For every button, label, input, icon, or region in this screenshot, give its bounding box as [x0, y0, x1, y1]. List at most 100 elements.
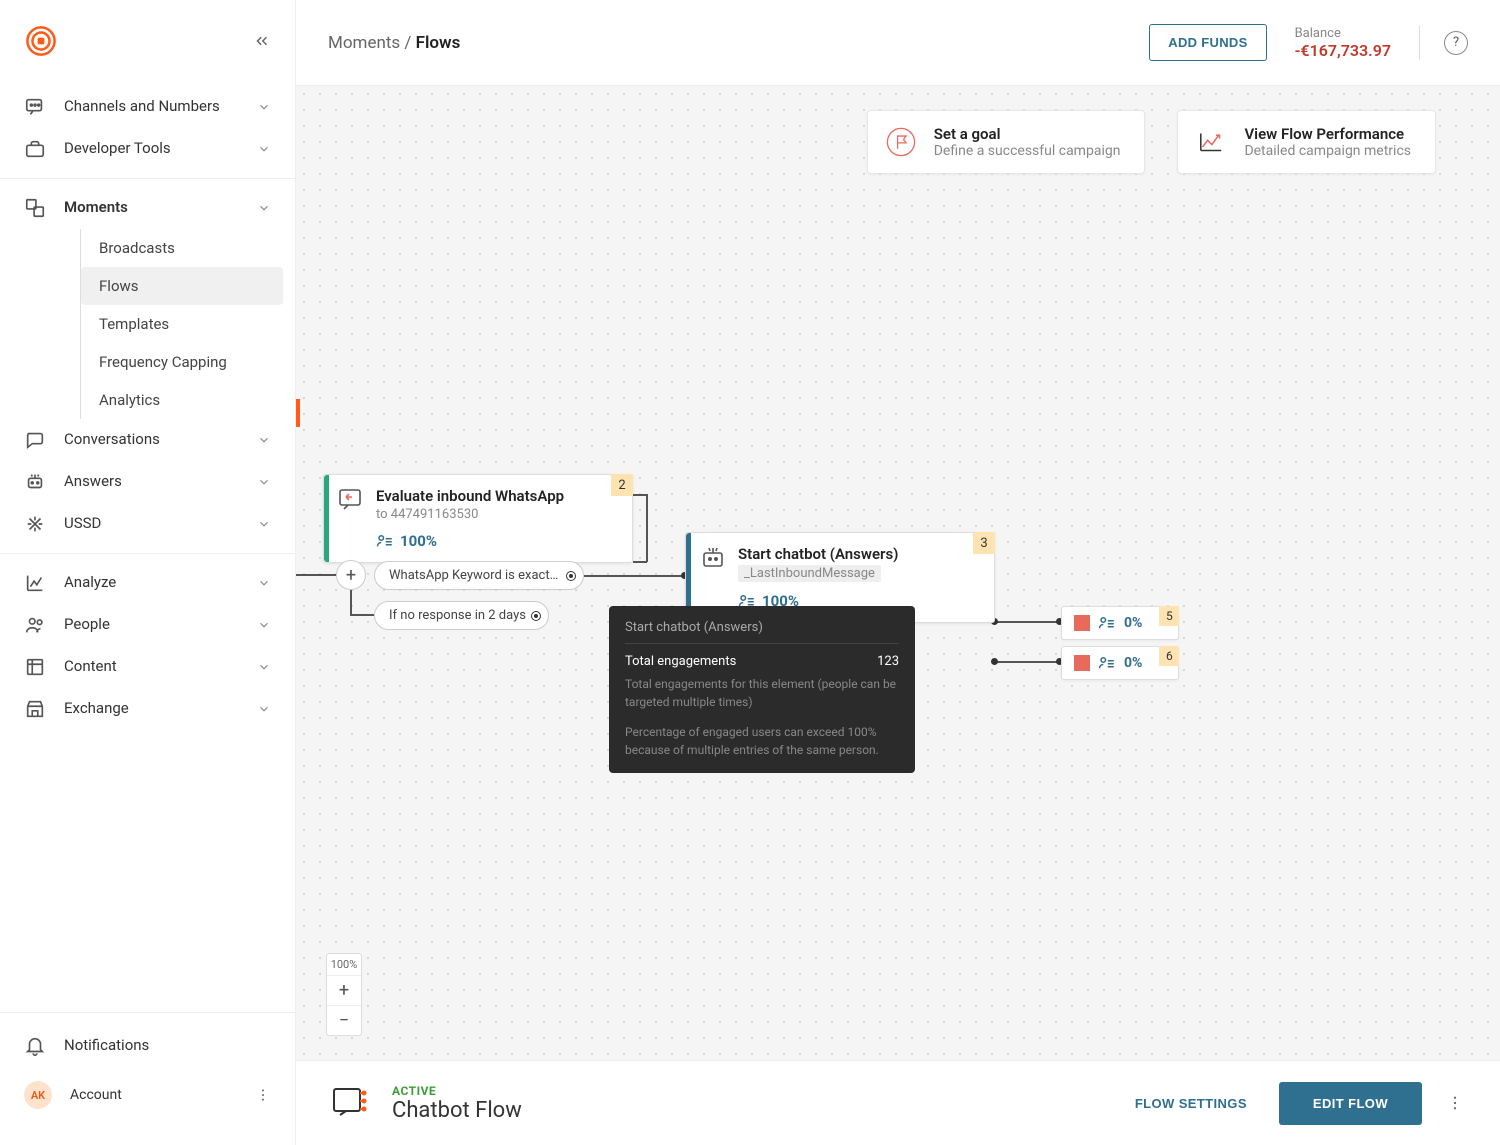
- tooltip-row-value: 123: [877, 654, 899, 669]
- sidebar-item-label: Content: [64, 657, 239, 677]
- sidebar-item-people[interactable]: People: [0, 604, 295, 646]
- edit-flow-button[interactable]: EDIT FLOW: [1279, 1082, 1422, 1125]
- collapse-sidebar-icon[interactable]: [253, 32, 271, 50]
- topbar: Moments / Flows ADD FUNDS Balance -€167,…: [296, 0, 1500, 86]
- sidebar-sub-frequency-capping[interactable]: Frequency Capping: [81, 343, 283, 381]
- chevron-down-icon: [257, 475, 271, 489]
- flow-status: ACTIVE: [392, 1084, 522, 1098]
- connector-line: [996, 621, 1061, 623]
- node-badge: 6: [1159, 646, 1179, 666]
- people-icon: [376, 534, 394, 548]
- more-vertical-icon[interactable]: [255, 1087, 271, 1103]
- metric-value: 0%: [1124, 615, 1142, 631]
- connector-dot: [567, 572, 575, 580]
- card-subtitle: Define a successful campaign: [934, 143, 1121, 159]
- logo[interactable]: [24, 24, 58, 58]
- flow-canvas[interactable]: Set a goal Define a successful campaign …: [296, 86, 1500, 1060]
- sidebar-item-label: Developer Tools: [64, 139, 239, 159]
- chat-icon: [24, 96, 46, 118]
- sidebar-item-content[interactable]: Content: [0, 646, 295, 688]
- connector-line: [633, 494, 647, 496]
- chevron-down-icon: [257, 517, 271, 531]
- breadcrumb-current: Flows: [416, 33, 461, 53]
- branch-condition-keyword[interactable]: WhatsApp Keyword is exact ma...: [374, 561, 584, 590]
- balance-label: Balance: [1295, 26, 1391, 41]
- chart-icon: [24, 572, 46, 594]
- zoom-out-button[interactable]: −: [327, 1006, 361, 1035]
- sidebar-item-account[interactable]: AK Account: [0, 1069, 295, 1121]
- moments-submenu: Broadcasts Flows Templates Frequency Cap…: [80, 229, 283, 419]
- connector-dot: [532, 612, 540, 620]
- help-button[interactable]: ?: [1444, 31, 1468, 55]
- inbound-message-icon: [338, 487, 364, 513]
- tooltip-title: Start chatbot (Answers): [625, 620, 899, 644]
- card-subtitle: Detailed campaign metrics: [1244, 143, 1411, 159]
- outcome-color-icon: [1074, 655, 1090, 671]
- sidebar-sub-flows[interactable]: Flows: [81, 267, 283, 305]
- sidebar: Channels and Numbers Developer Tools: [0, 0, 296, 1145]
- chevron-up-icon: [257, 201, 271, 215]
- sidebar-item-ussd[interactable]: USSD: [0, 503, 295, 545]
- sidebar-item-developer-tools[interactable]: Developer Tools: [0, 128, 295, 170]
- breadcrumb: Moments / Flows: [328, 33, 1149, 53]
- sidebar-sub-analytics[interactable]: Analytics: [81, 381, 283, 419]
- balance-value: -€167,733.97: [1295, 41, 1391, 60]
- sidebar-item-answers[interactable]: Answers: [0, 461, 295, 503]
- chevron-down-icon: [257, 142, 271, 156]
- connector-line: [350, 614, 374, 616]
- connector-line: [996, 661, 1061, 663]
- zoom-in-button[interactable]: +: [327, 976, 361, 1006]
- store-icon: [24, 698, 46, 720]
- node-subtitle: to 447491163530: [376, 507, 616, 522]
- sidebar-item-notifications[interactable]: Notifications: [0, 1023, 295, 1069]
- connector-line: [646, 494, 648, 562]
- zoom-control: 100% + −: [326, 953, 362, 1036]
- flow-node-outcome-6[interactable]: 0% 6: [1061, 646, 1179, 680]
- sidebar-sub-broadcasts[interactable]: Broadcasts: [81, 229, 283, 267]
- sidebar-item-label: Account: [70, 1087, 237, 1103]
- node-metric: 100%: [376, 532, 616, 550]
- breadcrumb-parent[interactable]: Moments: [328, 33, 400, 53]
- sidebar-item-channels[interactable]: Channels and Numbers: [0, 86, 295, 128]
- chevron-down-icon: [257, 100, 271, 114]
- branch-label: WhatsApp Keyword is exact ma...: [389, 568, 582, 583]
- outcome-color-icon: [1074, 615, 1090, 631]
- tooltip-row-label: Total engagements: [625, 654, 736, 669]
- toolbox-icon: [24, 138, 46, 160]
- node-title: Start chatbot (Answers): [738, 545, 978, 563]
- sidebar-sub-templates[interactable]: Templates: [81, 305, 283, 343]
- sidebar-item-label: Exchange: [64, 699, 239, 719]
- content-icon: [24, 656, 46, 678]
- tooltip-note: Percentage of engaged users can exceed 1…: [625, 723, 899, 759]
- set-goal-card[interactable]: Set a goal Define a successful campaign: [867, 110, 1146, 174]
- sidebar-item-label: Notifications: [64, 1036, 271, 1056]
- moments-icon: [24, 197, 46, 219]
- sidebar-item-moments[interactable]: Moments: [0, 187, 295, 229]
- conversations-icon: [24, 429, 46, 451]
- connector-dot: [991, 658, 998, 665]
- flow-node-evaluate-inbound[interactable]: 2 Evaluate inbound WhatsApp to 447491163…: [323, 474, 633, 563]
- branch-condition-no-response[interactable]: If no response in 2 days: [374, 601, 549, 630]
- flow-node-outcome-5[interactable]: 0% 5: [1061, 606, 1179, 640]
- sidebar-item-label: USSD: [64, 514, 239, 534]
- chevron-down-icon: [257, 433, 271, 447]
- chevron-down-icon: [257, 576, 271, 590]
- sidebar-item-analyze[interactable]: Analyze: [0, 562, 295, 604]
- tooltip-description: Total engagements for this element (peop…: [625, 675, 899, 711]
- balance-display: Balance -€167,733.97: [1295, 26, 1420, 60]
- connector-line: [584, 575, 684, 577]
- connector-line: [633, 561, 647, 563]
- sidebar-item-exchange[interactable]: Exchange: [0, 688, 295, 730]
- sidebar-item-conversations[interactable]: Conversations: [0, 419, 295, 461]
- more-vertical-icon[interactable]: [1442, 1094, 1468, 1112]
- card-title: Set a goal: [934, 125, 1121, 143]
- add-funds-button[interactable]: ADD FUNDS: [1149, 24, 1266, 61]
- flag-icon: [884, 125, 918, 159]
- view-performance-card[interactable]: View Flow Performance Detailed campaign …: [1177, 110, 1436, 174]
- flow-settings-button[interactable]: FLOW SETTINGS: [1135, 1096, 1247, 1111]
- ussd-icon: [24, 513, 46, 535]
- sidebar-item-label: Moments: [64, 198, 239, 218]
- metric-value: 100%: [400, 532, 437, 550]
- sidebar-item-label: Answers: [64, 472, 239, 492]
- add-branch-button[interactable]: +: [336, 560, 366, 590]
